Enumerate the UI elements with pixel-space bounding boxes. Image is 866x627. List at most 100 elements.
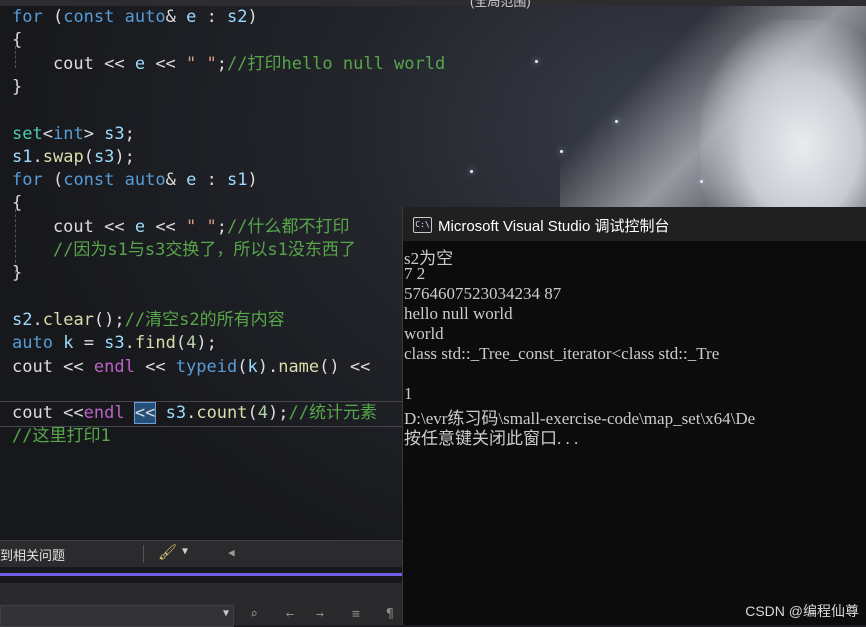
- scope-dropdown-label[interactable]: (全局范围): [470, 0, 531, 10]
- accent-bar: [0, 573, 402, 576]
- left-arrow-icon[interactable]: ◀: [228, 546, 235, 559]
- code-token: s3: [165, 403, 187, 424]
- find-icon[interactable]: ⌕: [250, 607, 258, 622]
- left-arrow-icon[interactable]: ←: [286, 607, 294, 622]
- code-token: ;: [216, 216, 227, 237]
- code-token: k: [63, 333, 74, 354]
- code-line[interactable]: //这里打印1: [12, 425, 111, 448]
- code-token: set: [12, 123, 43, 144]
- console-line: 7 2: [404, 264, 426, 283]
- code-token: (: [42, 7, 64, 27]
- code-token: (: [237, 356, 248, 377]
- code-line[interactable]: }: [12, 262, 22, 285]
- code-token: const: [63, 7, 115, 27]
- code-token: }: [12, 263, 23, 284]
- code-token: }: [12, 76, 23, 97]
- code-line[interactable]: for (const auto& e : s1): [12, 169, 258, 192]
- code-token: cout <<: [12, 216, 135, 237]
- code-line[interactable]: for (const auto& e : s2): [12, 6, 258, 29]
- wallpaper-sparkle: [535, 60, 538, 63]
- code-token: k: [247, 356, 258, 377]
- code-line[interactable]: {: [12, 192, 22, 215]
- code-token: s3: [104, 333, 125, 354]
- chevron-down-icon: ▼: [222, 608, 229, 619]
- code-token: ).: [257, 356, 279, 377]
- code-token: find: [134, 333, 176, 354]
- status-strip: 到相关问题 🖌 ▼ ◀: [0, 540, 402, 567]
- word-wrap-icon[interactable]: ¶: [386, 607, 394, 622]
- code-token: );: [114, 146, 135, 167]
- code-token: (: [247, 403, 258, 424]
- code-token: s1: [227, 170, 248, 191]
- code-token: .: [124, 333, 135, 354]
- code-token: &: [165, 7, 187, 27]
- debug-console-window[interactable]: C:\ Microsoft Visual Studio 调试控制台 s2为空 7 …: [402, 207, 866, 625]
- code-token: .: [32, 146, 43, 167]
- code-token: endl: [83, 403, 125, 424]
- code-line[interactable]: s1.swap(s3);: [12, 146, 135, 169]
- code-token: <<: [145, 216, 187, 237]
- code-token: " ": [186, 53, 217, 74]
- clear-all-icon[interactable]: ≡: [352, 607, 360, 622]
- code-token: s2: [227, 7, 248, 27]
- code-token: s1: [12, 146, 33, 167]
- code-token: swap: [42, 146, 84, 167]
- code-line[interactable]: cout << e << " ";//什么都不打印: [12, 216, 350, 239]
- code-token: :: [196, 7, 228, 27]
- chevron-down-icon[interactable]: ▼: [182, 546, 188, 557]
- code-token: :: [196, 170, 228, 191]
- console-title: Microsoft Visual Studio 调试控制台: [438, 218, 670, 235]
- code-line[interactable]: //因为s1与s3交换了，所以s1没东西了: [12, 239, 356, 262]
- wallpaper-sparkle: [700, 180, 703, 183]
- wallpaper-sparkle: [560, 150, 563, 153]
- code-line[interactable]: auto k = s3.find(4);: [12, 332, 217, 355]
- output-toolbar: ▼ ⌕ ← → ≡ ¶: [0, 583, 402, 627]
- code-line[interactable]: cout << endl << typeid(k).name() <<: [12, 356, 370, 379]
- code-token: ;: [124, 123, 135, 144]
- code-line[interactable]: s2.clear();//清空s2的所有内容: [12, 309, 285, 332]
- code-line[interactable]: {: [12, 29, 22, 52]
- code-token: {: [12, 30, 23, 51]
- code-token: for: [12, 7, 43, 27]
- code-token: =: [73, 333, 105, 354]
- code-line[interactable]: cout <<endl << s3.count(4);//统计元素: [12, 402, 377, 425]
- code-token: clear: [42, 309, 94, 330]
- code-token: cout <<: [12, 53, 135, 74]
- console-titlebar[interactable]: C:\ Microsoft Visual Studio 调试控制台: [403, 207, 866, 241]
- code-token: >: [83, 123, 105, 144]
- output-source-dropdown[interactable]: ▼: [0, 605, 234, 627]
- code-token: //因为s1与s3交换了，所以s1没东西了: [52, 240, 356, 260]
- related-issues-label[interactable]: 到相关问题: [0, 545, 65, 564]
- console-line: world: [404, 324, 444, 343]
- code-token: e: [134, 53, 146, 74]
- code-token: (: [42, 170, 64, 191]
- wallpaper-sparkle: [615, 120, 618, 123]
- code-token: () <<: [319, 356, 371, 377]
- console-app-icon: C:\: [413, 217, 432, 233]
- code-token: s3: [93, 146, 115, 167]
- brush-icon[interactable]: 🖌: [158, 543, 177, 561]
- code-token: const: [63, 170, 115, 191]
- code-token: auto: [124, 170, 166, 191]
- code-token: auto: [12, 333, 53, 354]
- code-editor[interactable]: for (const auto& e : s2){ cout << e << "…: [0, 6, 445, 526]
- code-line[interactable]: set<int> s3;: [12, 123, 135, 146]
- code-token: count: [196, 403, 248, 424]
- code-token: cout <<: [12, 356, 94, 377]
- right-arrow-icon[interactable]: →: [316, 607, 324, 622]
- code-token: //这里打印1: [12, 426, 111, 447]
- code-token: <<: [145, 53, 187, 74]
- code-token: <<: [134, 356, 176, 377]
- code-line[interactable]: cout << e << " ";//打印hello null world: [12, 53, 445, 76]
- code-token: (: [175, 333, 187, 354]
- code-token: e: [186, 170, 197, 191]
- code-line[interactable]: }: [12, 76, 22, 99]
- code-token: <: [42, 123, 53, 144]
- code-token: //统计元素: [288, 403, 377, 424]
- code-token: );: [268, 403, 289, 424]
- code-token: s2: [12, 309, 33, 330]
